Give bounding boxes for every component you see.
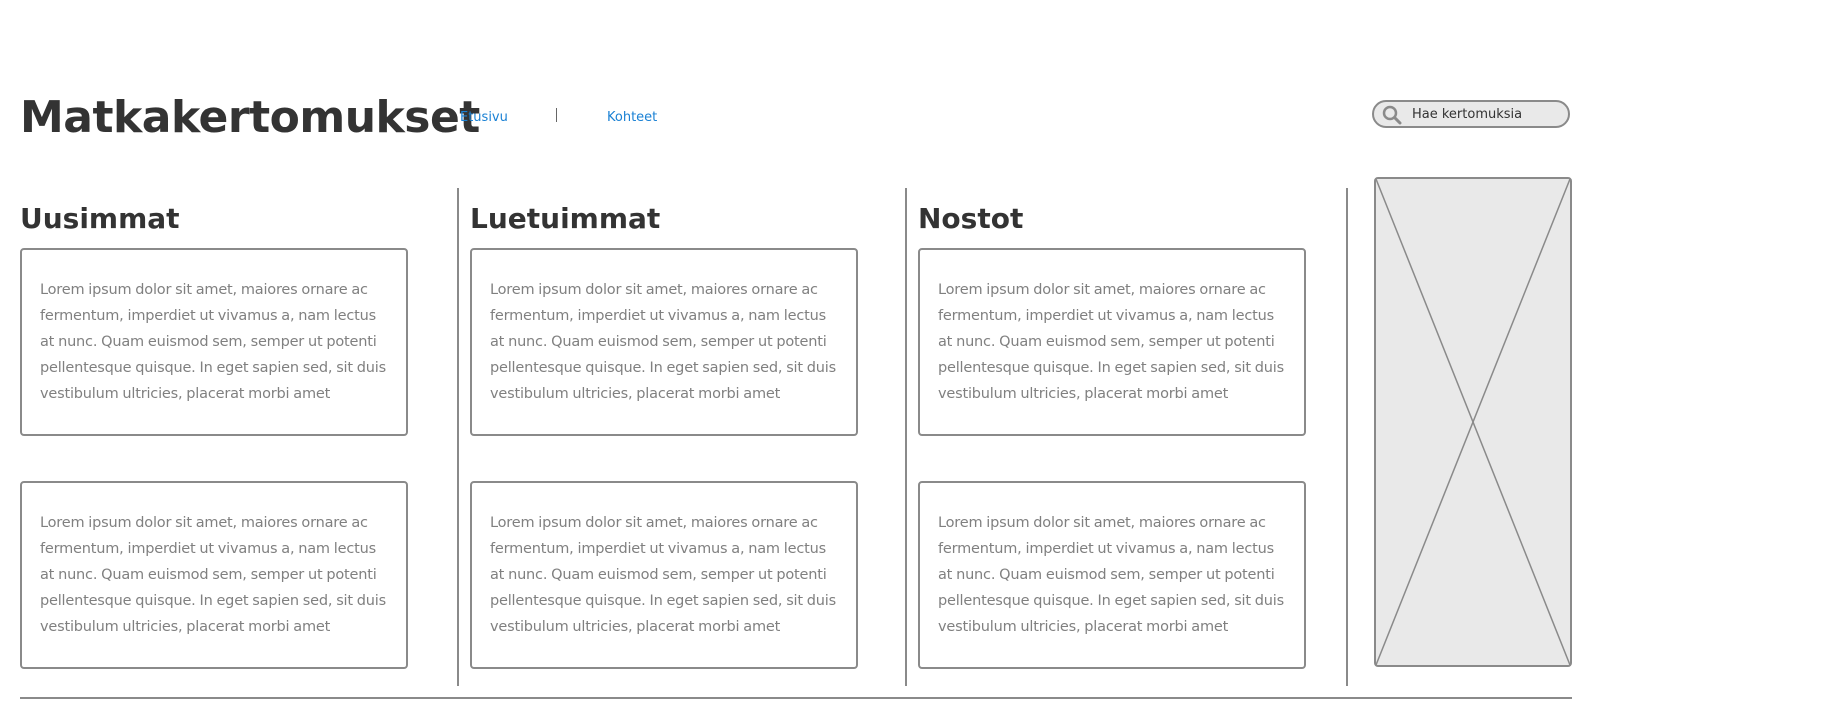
column-divider — [1346, 188, 1348, 686]
column-heading-uusimmat: Uusimmat — [20, 202, 180, 235]
story-card[interactable]: Lorem ipsum dolor sit amet, maiores orna… — [470, 248, 858, 436]
nav-link-kohteet[interactable]: Kohteet — [607, 110, 657, 125]
footer-divider — [20, 697, 1572, 699]
column-heading-nostot: Nostot — [918, 202, 1024, 235]
story-excerpt: Lorem ipsum dolor sit amet, maiores orna… — [40, 282, 386, 402]
story-excerpt: Lorem ipsum dolor sit amet, maiores orna… — [938, 282, 1284, 402]
search-icon — [1382, 105, 1402, 125]
nav-link-etusivu[interactable]: Etusivu — [460, 110, 508, 125]
story-card[interactable]: Lorem ipsum dolor sit amet, maiores orna… — [470, 481, 858, 669]
story-card[interactable]: Lorem ipsum dolor sit amet, maiores orna… — [20, 481, 408, 669]
story-card[interactable]: Lorem ipsum dolor sit amet, maiores orna… — [918, 481, 1306, 669]
story-card[interactable]: Lorem ipsum dolor sit amet, maiores orna… — [20, 248, 408, 436]
column-heading-luetuimmat: Luetuimmat — [470, 202, 661, 235]
story-card[interactable]: Lorem ipsum dolor sit amet, maiores orna… — [918, 248, 1306, 436]
story-excerpt: Lorem ipsum dolor sit amet, maiores orna… — [40, 515, 386, 635]
image-placeholder-icon — [1374, 177, 1572, 667]
search-input[interactable] — [1412, 105, 1562, 123]
story-excerpt: Lorem ipsum dolor sit amet, maiores orna… — [938, 515, 1284, 635]
image-placeholder — [1374, 177, 1572, 667]
site-title: Matkakertomukset — [20, 92, 480, 143]
search-box[interactable] — [1372, 100, 1570, 128]
story-excerpt: Lorem ipsum dolor sit amet, maiores orna… — [490, 282, 836, 402]
column-divider — [457, 188, 459, 686]
nav-divider — [556, 108, 557, 122]
column-divider — [905, 188, 907, 686]
story-excerpt: Lorem ipsum dolor sit amet, maiores orna… — [490, 515, 836, 635]
